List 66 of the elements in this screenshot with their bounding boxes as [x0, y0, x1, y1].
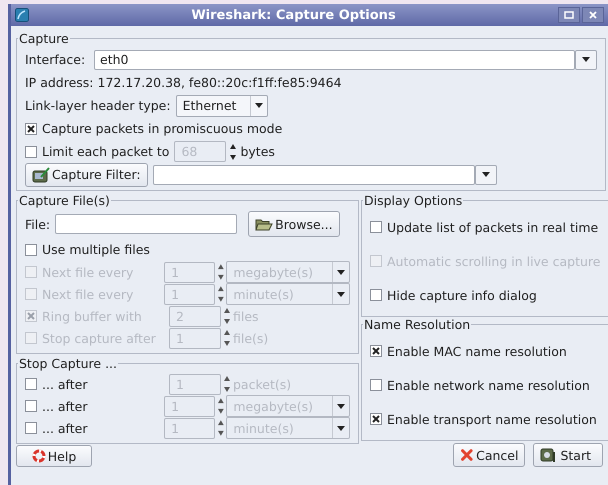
section-title: Name Resolution [363, 317, 472, 332]
checkbox[interactable] [370, 289, 382, 301]
checkbox[interactable] [25, 400, 37, 412]
unit-label: bytes [240, 144, 275, 159]
checkbox[interactable] [370, 379, 382, 391]
file-field[interactable] [55, 214, 238, 234]
link-layer-dropdown[interactable]: Ethernet [176, 94, 268, 116]
option-label: Enable MAC name resolution [387, 344, 567, 358]
section-title: Stop Capture ... [18, 356, 118, 371]
checkbox[interactable] [370, 221, 382, 233]
option-label: ... after [42, 398, 88, 414]
section-title: Capture [18, 31, 70, 46]
checkbox[interactable] [25, 422, 37, 434]
capture-filter-button[interactable]: Capture Filter: [25, 162, 148, 186]
option-label: Enable transport name resolution [387, 412, 597, 426]
spin-arrows-icon[interactable] [216, 418, 224, 438]
cancel-button[interactable]: Cancel [453, 443, 526, 467]
lifebuoy-icon [32, 449, 46, 463]
checkbox[interactable] [370, 413, 382, 425]
dropdown-button[interactable] [474, 164, 497, 184]
caret-icon [337, 426, 345, 430]
link-layer-label: Link-layer header type: [25, 98, 171, 113]
spin-arrows-icon[interactable] [216, 262, 224, 282]
start-button[interactable]: Start [533, 443, 604, 467]
checkbox[interactable] [25, 122, 37, 134]
interface-label: Interface: [25, 52, 86, 67]
spin-arrows-icon[interactable] [223, 328, 231, 348]
caret-icon [582, 57, 590, 62]
interface-field[interactable]: eth0 [94, 50, 575, 70]
maximize-icon[interactable] [558, 7, 580, 23]
spin-arrows-icon[interactable] [216, 284, 224, 304]
app-icon [15, 8, 29, 22]
dropdown-button[interactable] [575, 50, 597, 70]
spin-arrows-icon[interactable] [229, 142, 238, 162]
option-label: Capture packets in promiscuous mode [42, 121, 282, 136]
spin-arrows-icon[interactable] [223, 374, 231, 394]
checkbox[interactable] [25, 146, 37, 158]
checkbox[interactable] [25, 244, 37, 256]
file-label: File: [25, 216, 50, 232]
close-icon[interactable] [582, 7, 604, 23]
checkbox[interactable] [25, 378, 37, 390]
option-label: ... after [42, 420, 88, 436]
option-label: Hide capture info dialog [387, 288, 537, 302]
caret-icon [482, 172, 490, 177]
spin-arrows-icon[interactable] [216, 396, 224, 416]
option-label: Limit each packet to [42, 144, 170, 159]
window-title: Wireshark: Capture Options [190, 8, 397, 22]
spin-arrows-icon[interactable] [223, 306, 231, 326]
checkbox[interactable] [370, 345, 382, 357]
filter-icon [32, 166, 50, 182]
capture-filter-field[interactable] [152, 164, 475, 184]
option-label: Use multiple files [42, 242, 150, 257]
section-title: Capture File(s) [18, 193, 111, 208]
option-label: ... after [42, 376, 88, 392]
option-label: Update list of packets in real time [387, 220, 598, 234]
close-icon [460, 447, 474, 463]
option-label: Enable network name resolution [387, 378, 590, 392]
caret-icon [254, 103, 263, 108]
help-button[interactable]: Help [16, 445, 92, 467]
folder-icon [255, 218, 274, 230]
caret-icon [337, 270, 345, 274]
section-title: Display Options [363, 193, 464, 208]
caret-icon [337, 404, 345, 408]
ip-address-text: IP address: 172.17.20.38, fe80::20c:f1ff:fe85:9464 [25, 75, 342, 90]
caret-icon [337, 292, 345, 296]
browse-button[interactable]: Browse... [248, 211, 340, 237]
